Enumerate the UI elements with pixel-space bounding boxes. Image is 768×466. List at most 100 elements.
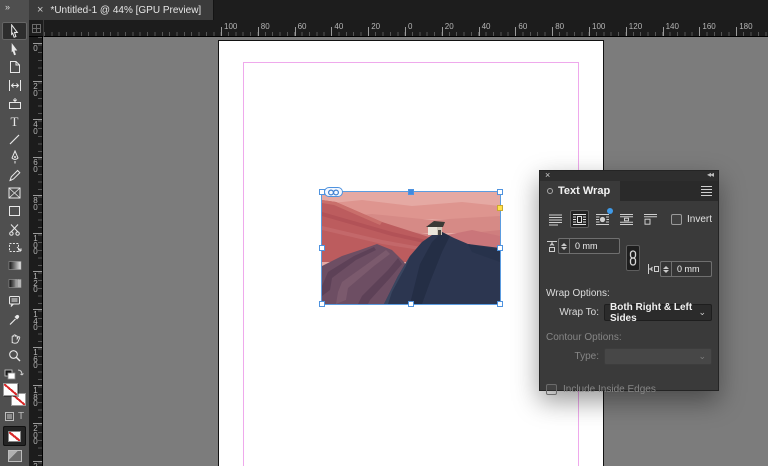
tool-rectangle-frame[interactable] [2, 184, 27, 202]
stepper-icon[interactable] [559, 239, 570, 253]
formatting-toggle[interactable]: T [4, 409, 24, 423]
vruler-label: 1 8 0 [33, 386, 38, 408]
right-offset-value: 0 mm [677, 264, 700, 274]
fill-stroke-swatches[interactable] [2, 382, 28, 409]
tool-page[interactable] [2, 58, 27, 76]
hruler-label: 60 [297, 22, 307, 31]
tool-direct-selection[interactable] [2, 40, 27, 58]
ruler-tick [662, 27, 664, 36]
right-offset-field[interactable]: 0 mm [660, 261, 712, 277]
offset-left-icon [646, 263, 660, 275]
tool-zoom[interactable] [2, 346, 27, 364]
ruler-tick [257, 27, 259, 36]
hruler-label: 20 [444, 22, 454, 31]
fill-swatch-none[interactable] [2, 383, 18, 396]
tool-free-transform[interactable] [2, 238, 27, 256]
chevron-down-icon: ⌄ [698, 351, 706, 361]
panel-tab-bar: Text Wrap [540, 181, 718, 201]
panel-close-icon[interactable]: × [545, 170, 550, 180]
hruler-label: 0 [408, 22, 413, 31]
tool-eyedropper[interactable] [2, 310, 27, 328]
toolbar-expander[interactable]: » [0, 0, 29, 20]
link-offsets-toggle[interactable] [626, 244, 640, 271]
ruler-tick [221, 27, 222, 36]
wrap-around-object-shape-button[interactable] [594, 208, 614, 228]
wrap-options-label: Wrap Options: [546, 288, 610, 299]
tool-scissors[interactable] [2, 220, 27, 238]
formatting-text-icon[interactable]: T [18, 411, 24, 422]
contour-type-label: Type: [574, 351, 599, 362]
ruler-tick [699, 27, 701, 36]
jump-object-button[interactable] [617, 210, 636, 228]
tool-pen[interactable] [2, 148, 27, 166]
tool-line[interactable] [2, 130, 27, 148]
tab-close-icon[interactable]: × [37, 4, 43, 16]
corner-editor-handle[interactable] [497, 205, 503, 211]
hruler-label: 80 [260, 22, 270, 31]
document-tab[interactable]: × *Untitled-1 @ 44% [GPU Preview] [29, 0, 215, 20]
handle-bottom-center[interactable] [408, 301, 414, 307]
handle-middle-left[interactable] [319, 245, 325, 251]
stepper-icon[interactable] [661, 262, 672, 276]
tool-selection[interactable] [2, 22, 27, 40]
wrap-to-dropdown[interactable]: Both Right & Left Sides ⌄ [604, 301, 712, 324]
handle-bottom-right[interactable] [497, 301, 503, 307]
handle-middle-right[interactable] [497, 245, 503, 251]
bottom-offset-field[interactable]: 0 mm [558, 238, 620, 254]
link-badge-icon[interactable] [324, 187, 343, 197]
panel-collapse-icon[interactable]: ◂◂ [707, 170, 714, 179]
chevron-down-icon: ⌄ [698, 307, 706, 317]
hruler-label: 20 [371, 22, 381, 31]
tool-pencil[interactable] [2, 166, 27, 184]
tab-bar: » × *Untitled-1 @ 44% [GPU Preview] [0, 0, 768, 20]
blue-dot-badge [607, 208, 614, 214]
tool-hand[interactable] [2, 328, 27, 346]
handle-top-left[interactable] [319, 189, 325, 195]
document-tab-title: *Untitled-1 @ 44% [GPU Preview] [50, 4, 202, 16]
formatting-container-icon[interactable] [4, 411, 14, 421]
vruler-label: 0 [33, 44, 38, 53]
ruler-tick [294, 27, 296, 36]
screen-mode-icon[interactable] [7, 450, 22, 462]
jump-to-next-column-button[interactable] [641, 210, 660, 228]
tool-gap[interactable] [2, 76, 27, 94]
ruler-tick [368, 27, 370, 36]
no-text-wrap-button[interactable] [546, 210, 565, 228]
offset-top-icon [546, 240, 558, 253]
ruler-tick [441, 27, 443, 36]
swatch-controls: T [2, 366, 28, 462]
hruler-label: 100 [592, 22, 606, 31]
vertical-ruler[interactable]: 0 2 0 4 0 6 0 8 0 1 0 0 1 2 0 1 4 0 1 6 0 1 8 0 2 … [29, 37, 43, 466]
text-wrap-panel: × ◂◂ Text Wrap Invert 0 mm0 mm0 mm0 mm [539, 170, 719, 395]
ruler-tick [331, 27, 333, 36]
mountain-illustration [322, 192, 500, 304]
hruler-label: 40 [334, 22, 344, 31]
ruler-tick [736, 27, 738, 36]
tool-gradient-feather[interactable] [2, 274, 27, 292]
panel-menu-icon[interactable] [701, 186, 712, 196]
invert-checkbox[interactable] [670, 213, 682, 225]
ruler-tick [625, 27, 627, 36]
apply-none-button[interactable] [3, 426, 26, 446]
tool-note[interactable] [2, 292, 27, 310]
ruler-tick [589, 27, 590, 36]
vruler-label: 8 0 [33, 196, 38, 212]
handle-bottom-left[interactable] [319, 301, 325, 307]
placed-image-frame[interactable] [319, 187, 503, 307]
wrap-around-bounding-box-button[interactable] [569, 210, 589, 228]
handle-top-center[interactable] [408, 189, 414, 195]
text-wrap-tab[interactable]: Text Wrap [540, 181, 621, 201]
ruler-tick [552, 27, 554, 36]
tool-rectangle[interactable] [2, 202, 27, 220]
tool-content-collector[interactable] [2, 94, 27, 112]
horizontal-ruler-ticks: 1008060402002040608010012014016018020022… [44, 20, 768, 36]
default-fill-stroke-icon[interactable] [4, 366, 26, 381]
indesign-window: » × *Untitled-1 @ 44% [GPU Preview] T T 1… [0, 0, 768, 466]
wrap-to-label: Wrap To: [559, 307, 599, 318]
tool-gradient[interactable] [2, 256, 27, 274]
wrap-to-value: Both Right & Left Sides [610, 301, 693, 324]
horizontal-ruler[interactable]: 1008060402002040608010012014016018020022… [29, 20, 768, 37]
ruler-origin-icon[interactable] [29, 20, 44, 37]
tool-type[interactable]: T [2, 112, 27, 130]
handle-top-right[interactable] [497, 189, 503, 195]
